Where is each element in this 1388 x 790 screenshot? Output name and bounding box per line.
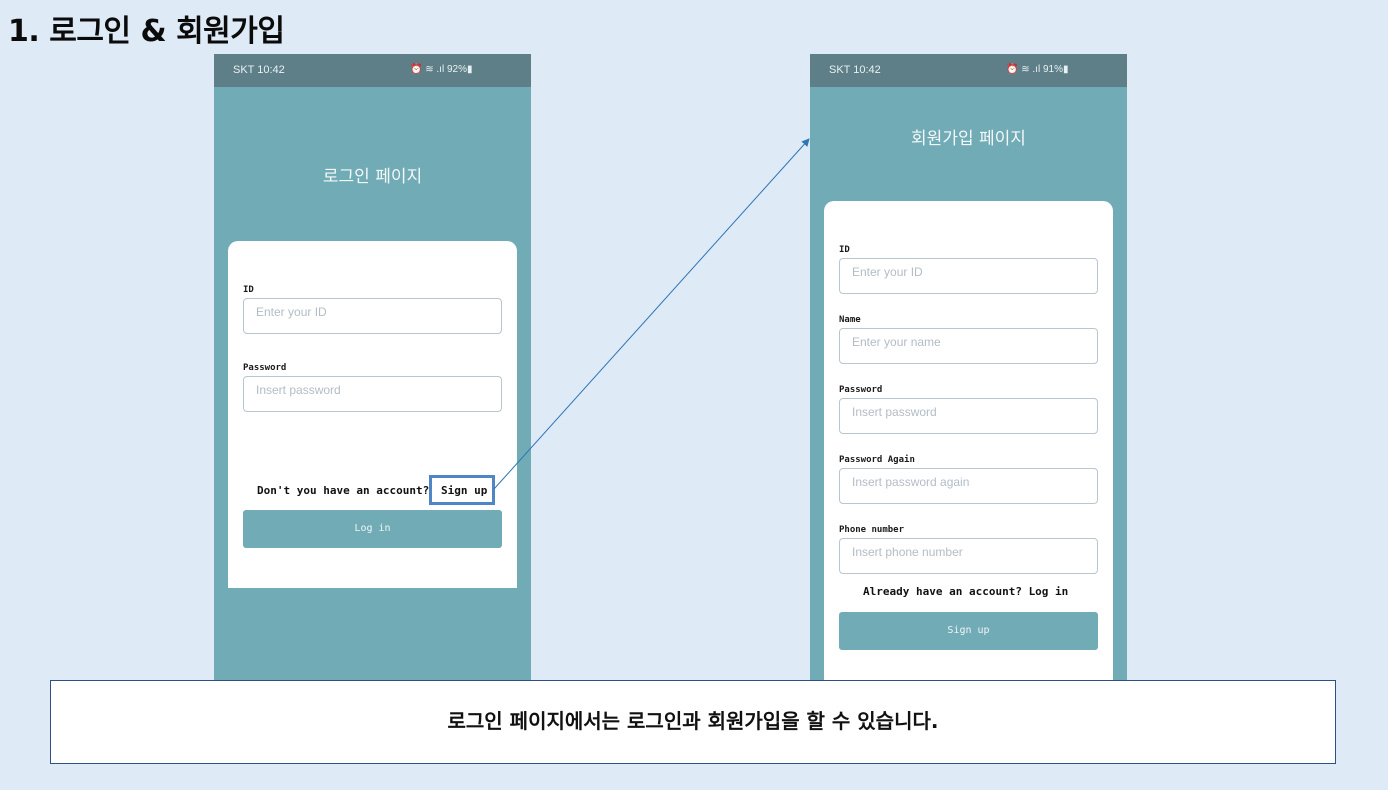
arrow-line [493, 138, 810, 490]
flow-arrow [493, 138, 810, 490]
caption-box: 로그인 페이지에서는 로그인과 회원가입을 할 수 있습니다. [50, 680, 1336, 764]
caption-text: 로그인 페이지에서는 로그인과 회원가입을 할 수 있습니다. [447, 709, 939, 733]
